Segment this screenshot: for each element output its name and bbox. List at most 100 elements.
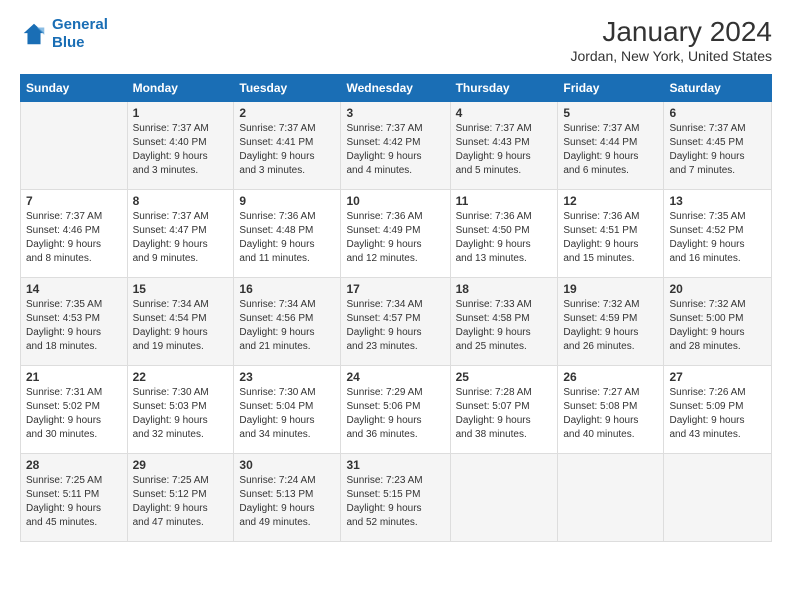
day-number: 9 bbox=[239, 194, 335, 208]
calendar-cell bbox=[21, 102, 128, 190]
logo-line2: Blue bbox=[52, 34, 85, 51]
calendar-cell: 4 Sunrise: 7:37 AMSunset: 4:43 PMDaylight… bbox=[450, 102, 558, 190]
col-header-sunday: Sunday bbox=[21, 75, 128, 102]
day-number: 2 bbox=[239, 106, 335, 120]
day-number: 22 bbox=[133, 370, 229, 384]
calendar-cell bbox=[450, 454, 558, 542]
cell-text: Sunrise: 7:35 AMSunset: 4:53 PMDaylight:… bbox=[26, 298, 122, 354]
calendar-cell: 6 Sunrise: 7:37 AMSunset: 4:45 PMDaylight… bbox=[664, 102, 772, 190]
day-number: 28 bbox=[26, 458, 122, 472]
logo-icon bbox=[20, 20, 48, 48]
cell-text: Sunrise: 7:37 AMSunset: 4:46 PMDaylight:… bbox=[26, 210, 122, 266]
week-row-0: 1 Sunrise: 7:37 AMSunset: 4:40 PMDaylight… bbox=[21, 102, 772, 190]
calendar-cell: 11Sunrise: 7:36 AMSunset: 4:50 PMDayligh… bbox=[450, 190, 558, 278]
calendar-cell: 15 Sunrise: 7:34 AMSunset: 4:54 PMDayligh… bbox=[127, 278, 234, 366]
cell-text: Sunrise: 7:34 AMSunset: 4:54 PMDaylight:… bbox=[133, 298, 229, 354]
day-number: 20 bbox=[669, 282, 766, 296]
cell-text: Sunrise: 7:36 AMSunset: 4:50 PMDaylight:… bbox=[456, 210, 553, 266]
day-number: 15 bbox=[133, 282, 229, 296]
cell-text: Sunrise: 7:37 AMSunset: 4:47 PMDaylight:… bbox=[133, 210, 229, 266]
subtitle: Jordan, New York, United States bbox=[570, 48, 772, 64]
day-number: 6 bbox=[669, 106, 766, 120]
calendar-cell: 27Sunrise: 7:26 AMSunset: 5:09 PMDayligh… bbox=[664, 366, 772, 454]
day-number: 13 bbox=[669, 194, 766, 208]
week-row-4: 28Sunrise: 7:25 AMSunset: 5:11 PMDayligh… bbox=[21, 454, 772, 542]
calendar-cell: 25Sunrise: 7:28 AMSunset: 5:07 PMDayligh… bbox=[450, 366, 558, 454]
cell-text: Sunrise: 7:36 AMSunset: 4:48 PMDaylight:… bbox=[239, 210, 335, 266]
cell-text: Sunrise: 7:35 AMSunset: 4:52 PMDaylight:… bbox=[669, 210, 766, 266]
day-number: 3 bbox=[346, 106, 444, 120]
calendar-cell: 5 Sunrise: 7:37 AMSunset: 4:44 PMDaylight… bbox=[558, 102, 664, 190]
cell-text: Sunrise: 7:37 AMSunset: 4:44 PMDaylight:… bbox=[563, 122, 658, 178]
day-number: 8 bbox=[133, 194, 229, 208]
day-number: 17 bbox=[346, 282, 444, 296]
col-header-wednesday: Wednesday bbox=[341, 75, 450, 102]
col-header-monday: Monday bbox=[127, 75, 234, 102]
cell-text: Sunrise: 7:31 AMSunset: 5:02 PMDaylight:… bbox=[26, 386, 122, 442]
day-number: 1 bbox=[133, 106, 229, 120]
day-number: 21 bbox=[26, 370, 122, 384]
day-number: 14 bbox=[26, 282, 122, 296]
calendar-cell: 21 Sunrise: 7:31 AMSunset: 5:02 PMDayligh… bbox=[21, 366, 128, 454]
week-row-2: 14 Sunrise: 7:35 AMSunset: 4:53 PMDayligh… bbox=[21, 278, 772, 366]
calendar-cell: 24 Sunrise: 7:29 AMSunset: 5:06 PMDayligh… bbox=[341, 366, 450, 454]
day-number: 23 bbox=[239, 370, 335, 384]
calendar-cell: 26 Sunrise: 7:27 AMSunset: 5:08 PMDayligh… bbox=[558, 366, 664, 454]
day-number: 27 bbox=[669, 370, 766, 384]
calendar-cell: 7 Sunrise: 7:37 AMSunset: 4:46 PMDaylight… bbox=[21, 190, 128, 278]
cell-text: Sunrise: 7:37 AMSunset: 4:45 PMDaylight:… bbox=[669, 122, 766, 178]
calendar-cell: 3Sunrise: 7:37 AMSunset: 4:42 PMDaylight… bbox=[341, 102, 450, 190]
col-header-thursday: Thursday bbox=[450, 75, 558, 102]
calendar-cell bbox=[664, 454, 772, 542]
day-number: 7 bbox=[26, 194, 122, 208]
col-header-saturday: Saturday bbox=[664, 75, 772, 102]
cell-text: Sunrise: 7:37 AMSunset: 4:41 PMDaylight:… bbox=[239, 122, 335, 178]
day-number: 24 bbox=[346, 370, 444, 384]
day-number: 10 bbox=[346, 194, 444, 208]
cell-text: Sunrise: 7:27 AMSunset: 5:08 PMDaylight:… bbox=[563, 386, 658, 442]
logo: General Blue bbox=[20, 16, 108, 52]
day-number: 16 bbox=[239, 282, 335, 296]
cell-text: Sunrise: 7:36 AMSunset: 4:51 PMDaylight:… bbox=[563, 210, 658, 266]
calendar-cell: 19 Sunrise: 7:32 AMSunset: 4:59 PMDayligh… bbox=[558, 278, 664, 366]
calendar-cell: 10 Sunrise: 7:36 AMSunset: 4:49 PMDayligh… bbox=[341, 190, 450, 278]
col-header-friday: Friday bbox=[558, 75, 664, 102]
cell-text: Sunrise: 7:34 AMSunset: 4:56 PMDaylight:… bbox=[239, 298, 335, 354]
cell-text: Sunrise: 7:29 AMSunset: 5:06 PMDaylight:… bbox=[346, 386, 444, 442]
header: General Blue January 2024 Jordan, New Yo… bbox=[20, 16, 772, 64]
calendar-cell: 23Sunrise: 7:30 AMSunset: 5:04 PMDayligh… bbox=[234, 366, 341, 454]
cell-text: Sunrise: 7:28 AMSunset: 5:07 PMDaylight:… bbox=[456, 386, 553, 442]
header-row: SundayMondayTuesdayWednesdayThursdayFrid… bbox=[21, 75, 772, 102]
calendar-cell: 22Sunrise: 7:30 AMSunset: 5:03 PMDayligh… bbox=[127, 366, 234, 454]
day-number: 4 bbox=[456, 106, 553, 120]
calendar-cell: 16 Sunrise: 7:34 AMSunset: 4:56 PMDayligh… bbox=[234, 278, 341, 366]
cell-text: Sunrise: 7:24 AMSunset: 5:13 PMDaylight:… bbox=[239, 474, 335, 530]
main-title: January 2024 bbox=[570, 16, 772, 48]
week-row-1: 7 Sunrise: 7:37 AMSunset: 4:46 PMDaylight… bbox=[21, 190, 772, 278]
calendar-cell: 13 Sunrise: 7:35 AMSunset: 4:52 PMDayligh… bbox=[664, 190, 772, 278]
logo-text: General Blue bbox=[52, 16, 108, 52]
cell-text: Sunrise: 7:36 AMSunset: 4:49 PMDaylight:… bbox=[346, 210, 444, 266]
day-number: 19 bbox=[563, 282, 658, 296]
day-number: 31 bbox=[346, 458, 444, 472]
cell-text: Sunrise: 7:23 AMSunset: 5:15 PMDaylight:… bbox=[346, 474, 444, 530]
day-number: 5 bbox=[563, 106, 658, 120]
calendar-cell: 9 Sunrise: 7:36 AMSunset: 4:48 PMDaylight… bbox=[234, 190, 341, 278]
cell-text: Sunrise: 7:32 AMSunset: 4:59 PMDaylight:… bbox=[563, 298, 658, 354]
page: General Blue January 2024 Jordan, New Yo… bbox=[0, 0, 792, 612]
cell-text: Sunrise: 7:32 AMSunset: 5:00 PMDaylight:… bbox=[669, 298, 766, 354]
col-header-tuesday: Tuesday bbox=[234, 75, 341, 102]
calendar-cell: 20 Sunrise: 7:32 AMSunset: 5:00 PMDayligh… bbox=[664, 278, 772, 366]
day-number: 26 bbox=[563, 370, 658, 384]
cell-text: Sunrise: 7:37 AMSunset: 4:40 PMDaylight:… bbox=[133, 122, 229, 178]
logo-line1: General bbox=[52, 16, 108, 33]
calendar-cell: 31 Sunrise: 7:23 AMSunset: 5:15 PMDayligh… bbox=[341, 454, 450, 542]
cell-text: Sunrise: 7:34 AMSunset: 4:57 PMDaylight:… bbox=[346, 298, 444, 354]
calendar-cell: 1 Sunrise: 7:37 AMSunset: 4:40 PMDaylight… bbox=[127, 102, 234, 190]
title-block: January 2024 Jordan, New York, United St… bbox=[570, 16, 772, 64]
cell-text: Sunrise: 7:33 AMSunset: 4:58 PMDaylight:… bbox=[456, 298, 553, 354]
cell-text: Sunrise: 7:37 AMSunset: 4:43 PMDaylight:… bbox=[456, 122, 553, 178]
calendar-cell bbox=[558, 454, 664, 542]
calendar-cell: 18Sunrise: 7:33 AMSunset: 4:58 PMDayligh… bbox=[450, 278, 558, 366]
calendar-cell: 28Sunrise: 7:25 AMSunset: 5:11 PMDayligh… bbox=[21, 454, 128, 542]
